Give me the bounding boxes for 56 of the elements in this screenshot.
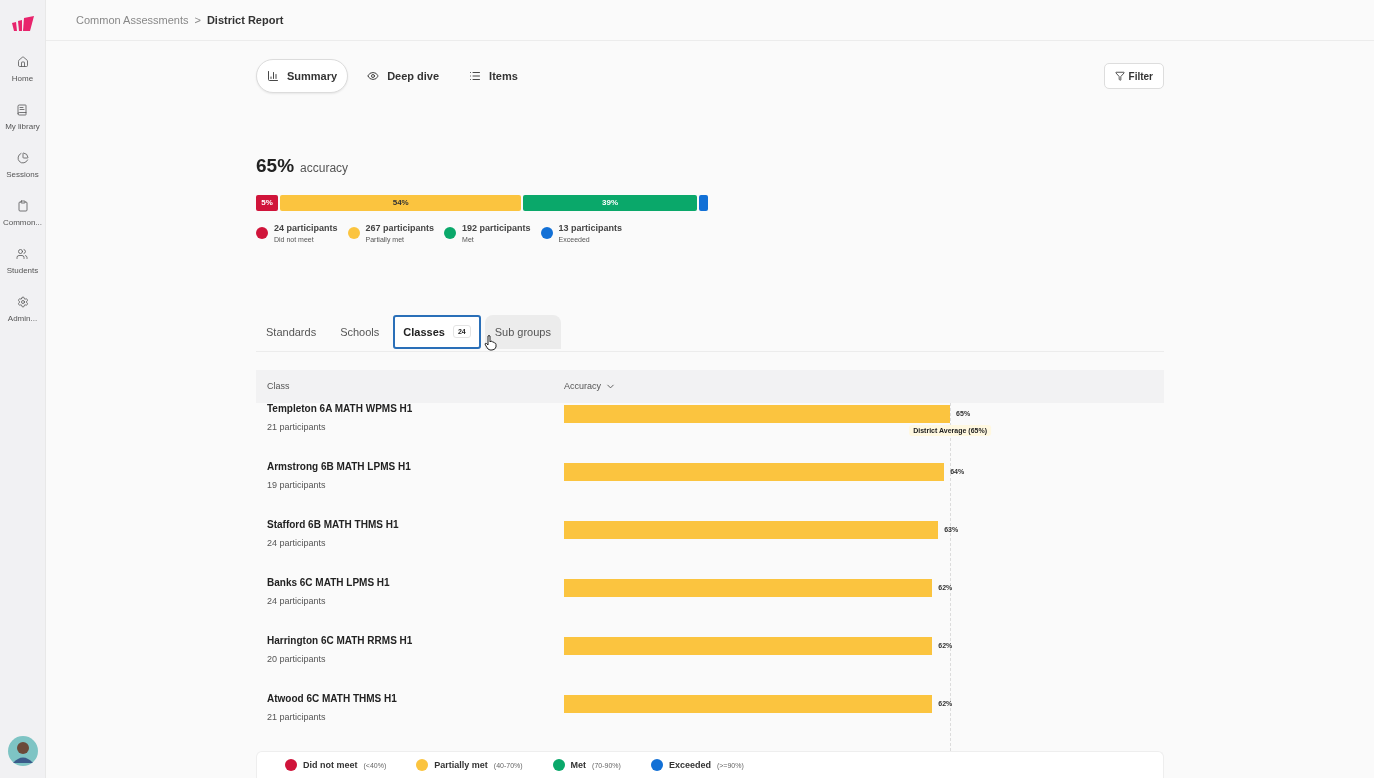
accuracy-value: 65% xyxy=(256,155,295,177)
avatar[interactable] xyxy=(7,736,38,766)
view-tab[interactable]: Deep dive xyxy=(356,59,451,93)
bar-chart-icon xyxy=(267,70,279,82)
participant-count: 24 participants xyxy=(267,538,327,549)
filter-button[interactable]: Filter xyxy=(1103,63,1164,89)
list-icon xyxy=(469,70,482,82)
page-title: District Report xyxy=(206,14,284,26)
people-icon xyxy=(16,248,29,260)
legend-label: Exceeded xyxy=(668,760,711,771)
class-name: Armstrong 6B MATH LPMS H1 xyxy=(267,461,412,473)
participant-count: 24 participants xyxy=(267,596,327,607)
participant-count: 192 participants xyxy=(462,222,531,233)
nav-item[interactable]: Sessions xyxy=(6,152,39,190)
participant-count: 21 participants xyxy=(267,422,327,433)
class-name: Banks 6C MATH LPMS H1 xyxy=(267,577,391,589)
breadcrumb-separator: > xyxy=(194,14,201,26)
book-icon xyxy=(16,104,29,116)
class-name: Atwood 6C MATH THMS H1 xyxy=(267,693,398,705)
legend-label: Did not meet xyxy=(303,760,358,771)
logo xyxy=(10,16,35,32)
filter-icon xyxy=(1114,71,1125,81)
participant-count: 21 participants xyxy=(267,712,327,723)
eye-icon xyxy=(367,70,380,82)
distribution-segment: 54% xyxy=(280,195,522,211)
participant-count: 20 participants xyxy=(267,654,327,665)
accuracy-label: accuracy xyxy=(300,161,349,175)
column-header: Class xyxy=(267,381,291,392)
settings-icon xyxy=(16,296,29,308)
nav-item[interactable]: Home xyxy=(11,56,34,94)
legend-label: Met xyxy=(570,760,587,771)
nav-item[interactable]: Common... xyxy=(2,200,43,238)
nav-item[interactable]: Admin... xyxy=(7,296,38,334)
home-icon xyxy=(16,56,29,68)
nav-item[interactable]: Students xyxy=(6,248,39,286)
clipboard-icon xyxy=(16,200,29,212)
pie-chart-icon xyxy=(16,152,29,164)
view-tab[interactable]: Items xyxy=(458,59,529,93)
report-tab[interactable]: Sub groups xyxy=(484,314,561,349)
hand-cursor-icon xyxy=(484,334,497,351)
participant-count: 19 participants xyxy=(267,480,327,491)
nav-item[interactable]: My library xyxy=(5,104,40,142)
participant-count: 24 participants xyxy=(274,222,338,233)
participant-count: 13 participants xyxy=(558,222,623,233)
view-tab[interactable]: Summary xyxy=(256,59,349,93)
report-tab[interactable]: Schools xyxy=(330,314,390,349)
distribution-segment: 39% xyxy=(523,195,698,211)
distribution-segment: 5% xyxy=(256,195,279,211)
breadcrumb-link[interactable]: Common Assessments xyxy=(76,14,189,26)
participant-count: 267 participants xyxy=(365,222,435,233)
class-name: Templeton 6A MATH WPMS H1 xyxy=(267,403,414,415)
class-name: Harrington 6C MATH RRMS H1 xyxy=(267,635,414,647)
class-name: Stafford 6B MATH THMS H1 xyxy=(267,519,400,531)
column-header[interactable]: Accuracy xyxy=(564,380,1164,392)
legend-label: Partially met xyxy=(434,760,488,771)
report-tab[interactable]: Standards xyxy=(256,314,327,349)
